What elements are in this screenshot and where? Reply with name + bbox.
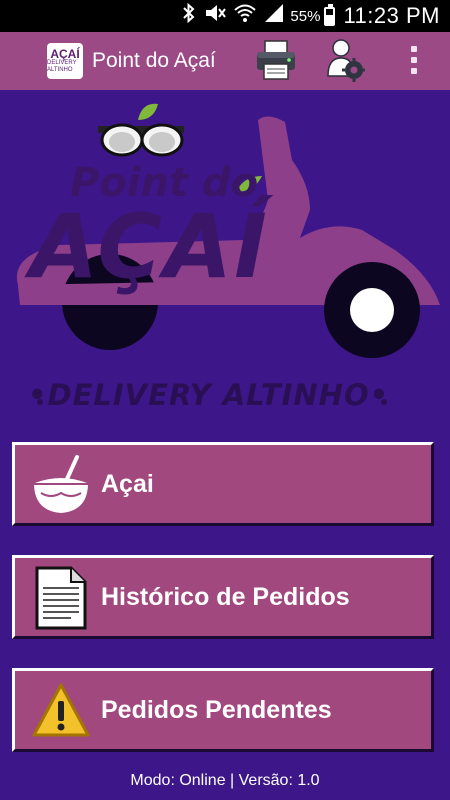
signal-icon [264, 3, 284, 29]
printer-icon [257, 40, 295, 80]
app-title: Point do Açaí [92, 49, 216, 72]
footer-status: Modo: Online | Versão: 1.0 [130, 772, 320, 789]
acai-menu-button[interactable]: Açai [12, 442, 434, 526]
pedidos-pendentes-label: Pedidos Pendentes [101, 695, 332, 724]
overflow-menu-button[interactable] [400, 40, 428, 80]
battery-icon [324, 3, 336, 26]
leaf-icon [138, 103, 158, 120]
wifi-icon [234, 3, 257, 29]
bluetooth-icon [182, 2, 196, 29]
brand-delivery-altinho: •DELIVERY ALTINHO• [28, 378, 390, 412]
app-logo: AÇAÍ DELIVERY ALTINHO [47, 43, 83, 79]
sunglasses-icon [98, 123, 184, 157]
status-time: 11:23 PM [343, 3, 440, 28]
app-logo-subtext: DELIVERY ALTINHO [47, 59, 77, 73]
pedidos-pendentes-button[interactable]: Pedidos Pendentes [12, 668, 434, 752]
acai-menu-label: Açai [101, 469, 154, 498]
printer-button[interactable] [255, 38, 297, 82]
user-settings-button[interactable] [325, 38, 365, 82]
brand-logo: Point do AÇAÍ •DELIVERY ALTINHO• [0, 90, 450, 430]
warning-icon [32, 683, 90, 737]
document-icon [35, 566, 87, 630]
brand-acai: AÇAÍ [30, 195, 269, 298]
overflow-dot [411, 68, 417, 74]
user-gear-icon [327, 39, 365, 82]
historico-pedidos-label: Histórico de Pedidos [101, 582, 350, 611]
status-bar: 55% 11:23 PM [0, 0, 450, 32]
overflow-dot [411, 57, 417, 63]
overflow-dot [411, 46, 417, 52]
battery-percent: 55% [290, 7, 321, 25]
app-bar: AÇAÍ DELIVERY ALTINHO Point do Açaí [0, 32, 450, 90]
mute-icon [204, 3, 227, 29]
app-logo-text: AÇAÍ [50, 46, 80, 61]
acai-bowl-icon [34, 455, 88, 513]
historico-pedidos-button[interactable]: Histórico de Pedidos [12, 555, 434, 639]
